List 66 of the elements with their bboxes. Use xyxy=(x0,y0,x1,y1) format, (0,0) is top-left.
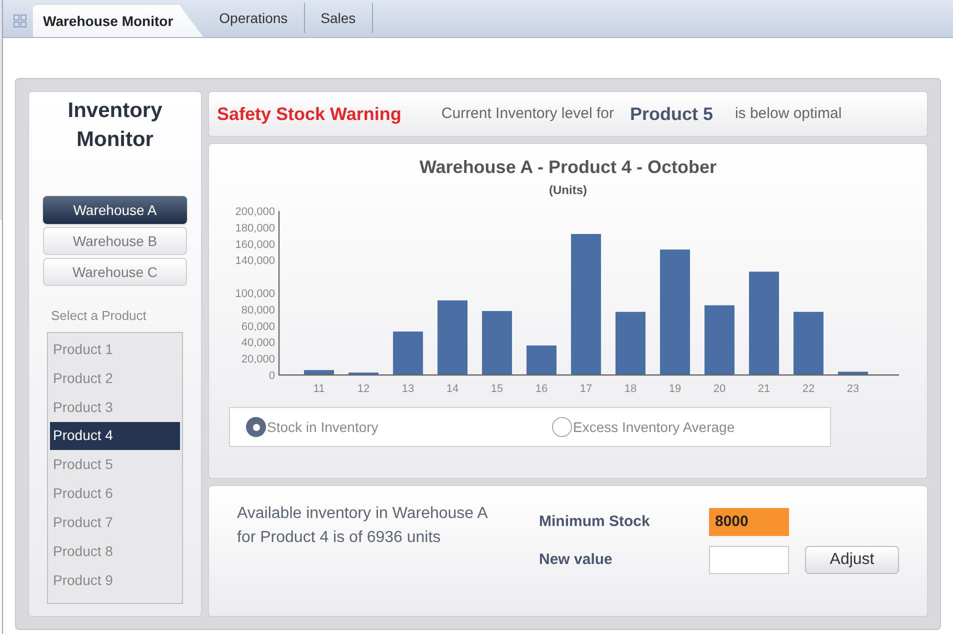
bar xyxy=(794,312,824,375)
product-item[interactable]: Product 5 xyxy=(50,450,180,478)
product-item[interactable]: Product 9 xyxy=(50,566,180,594)
minimum-stock-label: Minimum Stock xyxy=(539,512,651,532)
radio-option[interactable]: Stock in Inventory xyxy=(246,416,552,438)
product-item[interactable]: Product 8 xyxy=(50,536,180,566)
availability-text: Available inventory in Warehouse A for Product 4 is of 6936 units xyxy=(237,504,489,548)
radio-option[interactable]: Excess Inventory Average xyxy=(552,416,735,438)
x-tick-label: 18 xyxy=(624,383,637,395)
adjust-button[interactable]: Adjust xyxy=(805,546,899,574)
warning-title: Safety Stock Warning xyxy=(217,102,402,126)
warehouse-button[interactable]: Warehouse B xyxy=(43,227,187,255)
warning-message: Current Inventory level for xyxy=(441,104,614,124)
x-tick-label: 13 xyxy=(402,383,414,395)
tab[interactable]: Operations xyxy=(203,3,305,33)
tab[interactable]: Warehouse Monitor xyxy=(33,5,204,37)
bar xyxy=(482,311,512,375)
product-list-label: Select a Product xyxy=(50,307,148,325)
bar xyxy=(616,312,646,375)
bar xyxy=(838,372,868,375)
x-tick-label: 20 xyxy=(713,383,726,395)
x-tick-label: 19 xyxy=(668,383,682,395)
tab[interactable]: Sales xyxy=(304,3,373,33)
chart-subtitle: (Units) xyxy=(549,182,587,199)
x-tick-label: 12 xyxy=(357,383,370,395)
y-tick-label: 60,000 xyxy=(241,320,275,333)
warning-product: Product 5 xyxy=(630,102,713,126)
sidebar-title: Inventory Monitor xyxy=(66,98,164,153)
y-tick-label: 140,000 xyxy=(235,255,275,268)
y-tick-label: 200,000 xyxy=(235,206,275,218)
x-tick-label: 11 xyxy=(313,383,325,395)
x-tick-label: 22 xyxy=(802,383,815,395)
y-tick-label: 0 xyxy=(268,370,275,382)
bar xyxy=(304,370,334,375)
radio-icon[interactable] xyxy=(246,417,266,437)
chart-title: Warehouse A - Product 4 - October xyxy=(419,156,717,179)
y-tick-label: 20,000 xyxy=(241,354,275,366)
product-item[interactable]: Product 6 xyxy=(50,478,180,508)
radio-icon[interactable] xyxy=(552,417,572,437)
x-tick-label: 17 xyxy=(580,383,592,395)
x-tick-label: 16 xyxy=(535,383,548,395)
warning-message: is below optimal xyxy=(734,104,842,124)
y-tick-label: 80,000 xyxy=(241,304,275,316)
product-item[interactable]: Product 3 xyxy=(50,392,180,422)
product-item[interactable]: Product 1 xyxy=(50,334,180,364)
y-tick-label: 160,000 xyxy=(235,238,275,251)
x-tick-label: 15 xyxy=(490,383,504,395)
y-tick-label: 40,000 xyxy=(241,337,275,350)
y-tick-label: 100,000 xyxy=(235,288,275,300)
grid-icon[interactable] xyxy=(13,14,27,28)
x-tick-label: 21 xyxy=(758,383,770,395)
warehouse-button[interactable]: Warehouse A xyxy=(43,196,187,224)
product-item[interactable]: Product 7 xyxy=(50,508,180,536)
y-tick-label: 180,000 xyxy=(235,222,275,234)
new-value-label: New value xyxy=(539,550,614,570)
bar xyxy=(393,332,423,375)
minimum-stock-value: 8000 xyxy=(709,508,789,536)
product-item[interactable]: Product 4 xyxy=(50,422,180,450)
x-tick-label: 14 xyxy=(446,383,459,395)
product-item[interactable]: Product 2 xyxy=(50,364,180,392)
warehouse-button[interactable]: Warehouse C xyxy=(43,258,187,286)
bar xyxy=(704,305,734,375)
x-tick-label: 23 xyxy=(846,383,860,395)
bar xyxy=(348,372,378,375)
bar xyxy=(526,345,556,375)
new-value-field[interactable] xyxy=(709,546,789,574)
